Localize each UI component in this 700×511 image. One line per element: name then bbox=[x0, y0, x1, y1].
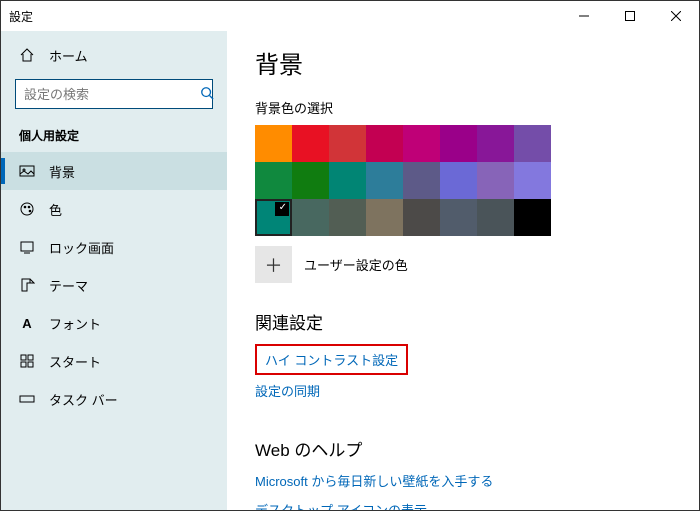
color-swatch[interactable]: ✓ bbox=[255, 199, 292, 236]
sidebar: ホーム 個人用設定 背景 色 ロック画面 bbox=[1, 31, 227, 510]
related-heading: 関連設定 bbox=[255, 309, 699, 334]
sidebar-item-colors[interactable]: 色 bbox=[1, 190, 227, 228]
sidebar-item-start[interactable]: スタート bbox=[1, 342, 227, 380]
web-help-link[interactable]: デスクトップ アイコンの表示 bbox=[255, 500, 427, 510]
content-area: 背景 背景色の選択 ✓ ＋ ユーザー設定の色 関連設定 ハイ コントラスト設定 … bbox=[227, 31, 699, 510]
color-swatch[interactable] bbox=[292, 125, 329, 162]
home-label: ホーム bbox=[49, 46, 88, 65]
color-swatch[interactable] bbox=[292, 162, 329, 199]
color-swatch[interactable] bbox=[255, 162, 292, 199]
lockscreen-icon bbox=[19, 239, 35, 255]
color-swatch[interactable] bbox=[514, 162, 551, 199]
highlight-annotation: ハイ コントラスト設定 bbox=[255, 344, 408, 375]
sidebar-item-label: 背景 bbox=[49, 162, 75, 181]
color-swatch[interactable] bbox=[477, 162, 514, 199]
picture-icon bbox=[19, 163, 35, 179]
web-help-heading: Web のヘルプ bbox=[255, 436, 699, 461]
minimize-button[interactable] bbox=[561, 1, 607, 31]
sidebar-item-label: テーマ bbox=[49, 276, 88, 295]
color-swatch[interactable] bbox=[403, 125, 440, 162]
color-swatch[interactable] bbox=[514, 125, 551, 162]
color-swatch[interactable] bbox=[329, 199, 366, 236]
bg-color-label: 背景色の選択 bbox=[255, 98, 699, 117]
color-swatch[interactable] bbox=[366, 162, 403, 199]
color-swatch[interactable] bbox=[366, 125, 403, 162]
palette-icon bbox=[19, 201, 35, 217]
settings-window: 設定 ホーム 個人用設定 背景 bbox=[0, 0, 700, 511]
category-heading: 個人用設定 bbox=[1, 119, 227, 152]
sidebar-item-label: タスク バー bbox=[49, 390, 118, 409]
taskbar-icon bbox=[19, 391, 35, 407]
sidebar-item-label: ロック画面 bbox=[49, 238, 114, 257]
custom-color-label: ユーザー設定の色 bbox=[304, 255, 408, 274]
maximize-button[interactable] bbox=[607, 1, 653, 31]
color-swatch[interactable] bbox=[440, 125, 477, 162]
color-swatch[interactable] bbox=[403, 199, 440, 236]
search-input[interactable] bbox=[15, 79, 213, 109]
search-icon bbox=[200, 86, 214, 103]
custom-color-button[interactable]: ＋ bbox=[255, 246, 292, 283]
window-title: 設定 bbox=[9, 8, 561, 25]
page-title: 背景 bbox=[255, 45, 699, 80]
color-swatches: ✓ bbox=[255, 125, 699, 236]
sidebar-item-label: スタート bbox=[49, 352, 101, 371]
theme-icon bbox=[19, 277, 35, 293]
color-swatch[interactable] bbox=[292, 199, 329, 236]
color-swatch[interactable] bbox=[366, 199, 403, 236]
sidebar-item-taskbar[interactable]: タスク バー bbox=[1, 380, 227, 418]
search-field[interactable] bbox=[24, 87, 200, 102]
sidebar-item-label: 色 bbox=[49, 200, 62, 219]
home-link[interactable]: ホーム bbox=[1, 37, 227, 73]
color-swatch[interactable] bbox=[477, 125, 514, 162]
home-icon bbox=[19, 47, 35, 63]
sidebar-item-background[interactable]: 背景 bbox=[1, 152, 227, 190]
color-swatch[interactable] bbox=[255, 125, 292, 162]
color-swatch[interactable] bbox=[329, 125, 366, 162]
font-icon: A bbox=[19, 315, 35, 331]
sidebar-item-fonts[interactable]: A フォント bbox=[1, 304, 227, 342]
color-swatch[interactable] bbox=[329, 162, 366, 199]
sidebar-item-themes[interactable]: テーマ bbox=[1, 266, 227, 304]
web-help-link[interactable]: Microsoft から毎日新しい壁紙を入手する bbox=[255, 471, 493, 490]
close-button[interactable] bbox=[653, 1, 699, 31]
link-high-contrast[interactable]: ハイ コントラスト設定 bbox=[265, 350, 398, 369]
sidebar-item-lockscreen[interactable]: ロック画面 bbox=[1, 228, 227, 266]
start-icon bbox=[19, 353, 35, 369]
color-swatch[interactable] bbox=[440, 162, 477, 199]
link-sync-settings[interactable]: 設定の同期 bbox=[255, 381, 320, 400]
color-swatch[interactable] bbox=[514, 199, 551, 236]
titlebar: 設定 bbox=[1, 1, 699, 31]
color-swatch[interactable] bbox=[477, 199, 514, 236]
sidebar-item-label: フォント bbox=[49, 314, 101, 333]
color-swatch[interactable] bbox=[403, 162, 440, 199]
color-swatch[interactable] bbox=[440, 199, 477, 236]
